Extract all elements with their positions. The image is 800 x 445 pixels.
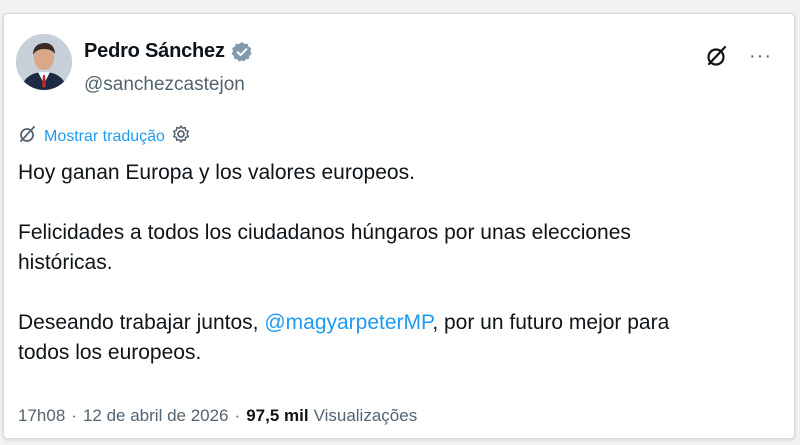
gear-icon[interactable]: [171, 124, 191, 149]
tweet-line: Hoy ganan Europa y los valores europeos.: [18, 161, 415, 184]
tweet-date[interactable]: 12 de abril de 2026: [83, 406, 229, 426]
tweet-time[interactable]: 17h08: [18, 406, 65, 426]
tweet-text-segment: , por un futuro mejor para: [432, 311, 670, 334]
tweet-meta: 17h08 · 12 de abril de 2026 · 97,5 mil V…: [18, 406, 417, 426]
author-name-row: Pedro Sánchez: [84, 40, 253, 63]
show-translation-link[interactable]: Mostrar tradução: [18, 124, 191, 149]
tweet-card: Pedro Sánchez @sanchezcastejon ··· Mostr…: [3, 13, 795, 439]
grok-slash-circle-icon[interactable]: [705, 44, 729, 68]
translate-globe-icon: [18, 124, 38, 149]
more-horizontal-icon[interactable]: ···: [749, 46, 772, 66]
mention-link[interactable]: @magyarpeterMP: [264, 311, 432, 334]
meta-separator: ·: [71, 406, 77, 425]
tweet-text-segment: Deseando trabajar juntos,: [18, 311, 265, 334]
views-count: 97,5 mil: [246, 406, 309, 425]
avatar-image: [16, 34, 72, 90]
verified-badge-icon[interactable]: [231, 41, 253, 63]
views-label: Visualizações: [313, 406, 418, 425]
avatar[interactable]: [16, 34, 72, 90]
tweet-line: Felicidades a todos los ciudadanos húnga…: [18, 221, 631, 244]
author-handle[interactable]: @sanchezcastejon: [84, 74, 245, 96]
show-translation-label[interactable]: Mostrar tradução: [44, 128, 165, 146]
author-name[interactable]: Pedro Sánchez: [84, 40, 225, 63]
tweet-text: Hoy ganan Europa y los valores europeos.…: [18, 158, 778, 368]
tweet-line: todos los europeos.: [18, 341, 202, 364]
top-actions: ···: [705, 44, 772, 68]
tweet-line: Deseando trabajar juntos, @magyarpeterMP…: [18, 308, 778, 338]
tweet-line: históricas.: [18, 251, 113, 274]
meta-separator: ·: [234, 406, 241, 425]
